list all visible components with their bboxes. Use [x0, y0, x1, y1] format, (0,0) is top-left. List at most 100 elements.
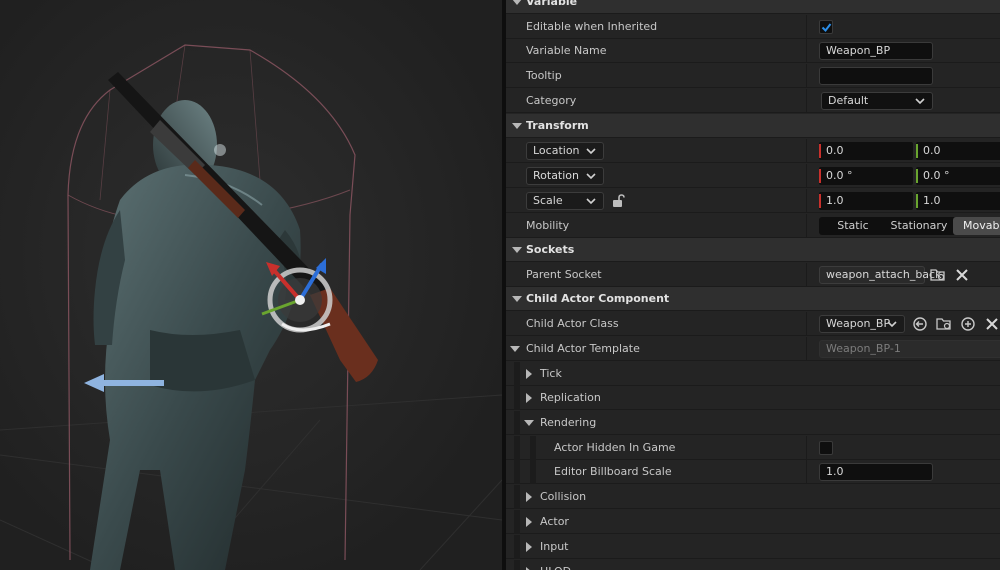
scale-x-input[interactable]: 1.0 — [819, 192, 913, 210]
scale-y-input[interactable]: 1.0 — [916, 192, 1000, 210]
category-title: Transform — [526, 119, 589, 132]
variable-name-input[interactable]: Weapon_BP — [819, 42, 933, 60]
mobility-stationary-button[interactable]: Stationary — [884, 217, 954, 235]
expand-arrow-icon[interactable] — [512, 123, 522, 129]
category-combo[interactable]: Default — [821, 92, 933, 110]
lock-icon[interactable] — [610, 193, 626, 209]
axis-x-marker — [819, 169, 821, 183]
actor-hidden-checkbox[interactable] — [819, 441, 833, 455]
viewport-scene — [0, 0, 502, 570]
child-actor-class-combo[interactable]: Weapon_BP — [819, 315, 905, 333]
row-parent-socket: Parent Socket weapon_attach_back — [506, 263, 1000, 287]
rotation-label: Rotation — [533, 169, 580, 182]
group-label: Replication — [540, 391, 601, 404]
expand-arrow-icon[interactable] — [526, 369, 532, 379]
rotation-y-value: 0.0 ° — [923, 169, 950, 182]
details-panel: Variable Editable when Inherited Variabl… — [506, 0, 1000, 570]
rotation-combo[interactable]: Rotation — [526, 167, 604, 185]
category-transform[interactable]: Transform — [506, 114, 1000, 138]
row-actor-hidden-in-game: Actor Hidden In Game — [506, 436, 1000, 460]
group-label: Actor — [540, 515, 569, 528]
property-label: Mobility — [526, 219, 570, 232]
browse-folder-icon[interactable] — [930, 267, 946, 283]
group-label: Rendering — [540, 416, 597, 429]
chevron-down-icon — [586, 148, 596, 155]
row-tooltip: Tooltip — [506, 64, 1000, 88]
category-variable[interactable]: Variable — [506, 0, 1000, 14]
axis-y-marker — [916, 194, 918, 208]
row-rotation: Rotation 0.0 ° 0.0 ° — [506, 164, 1000, 188]
row-group-hlod[interactable]: HLOD — [506, 560, 1000, 570]
group-label: Tick — [540, 367, 562, 380]
row-group-actor[interactable]: Actor — [506, 510, 1000, 534]
expand-arrow-icon[interactable] — [512, 0, 522, 5]
checkmark-icon — [821, 23, 832, 33]
row-location: Location 0.0 0.0 — [506, 139, 1000, 163]
expand-arrow-icon[interactable] — [512, 296, 522, 302]
row-editable-when-inherited: Editable when Inherited — [506, 15, 1000, 39]
rotation-x-input[interactable]: 0.0 ° — [819, 167, 913, 185]
billboard-scale-input[interactable]: 1.0 — [819, 463, 933, 481]
chevron-down-icon — [586, 198, 596, 205]
editable-checkbox[interactable] — [819, 20, 833, 34]
row-mobility: Mobility Static Stationary Movable — [506, 214, 1000, 238]
expand-arrow-icon[interactable] — [524, 420, 534, 426]
browse-folder-icon[interactable] — [936, 316, 952, 332]
tooltip-input[interactable] — [819, 67, 933, 85]
expand-arrow-icon[interactable] — [526, 492, 532, 502]
expand-arrow-icon[interactable] — [510, 346, 520, 352]
scale-combo[interactable]: Scale — [526, 192, 604, 210]
axis-y-marker — [916, 144, 918, 158]
parent-socket-field[interactable]: weapon_attach_back — [819, 266, 941, 284]
row-group-replication[interactable]: Replication — [506, 386, 1000, 410]
location-combo[interactable]: Location — [526, 142, 604, 160]
axis-x-marker — [819, 144, 821, 158]
row-group-collision[interactable]: Collision — [506, 485, 1000, 509]
row-child-actor-template: Child Actor Template Weapon_BP-1 — [506, 337, 1000, 361]
row-variable-name: Variable Name Weapon_BP — [506, 39, 1000, 63]
category-title: Child Actor Component — [526, 292, 670, 305]
category-sockets[interactable]: Sockets — [506, 238, 1000, 262]
property-label: Variable Name — [526, 44, 607, 57]
mobility-movable-button[interactable]: Movable — [953, 217, 1000, 235]
row-child-actor-class: Child Actor Class Weapon_BP — [506, 312, 1000, 336]
axis-y-marker — [916, 169, 918, 183]
add-icon[interactable] — [960, 316, 976, 332]
clear-icon[interactable] — [984, 316, 1000, 332]
chevron-down-icon — [887, 321, 897, 328]
category-value: Default — [828, 94, 869, 107]
mobility-static-button[interactable]: Static — [824, 217, 882, 235]
category-title: Sockets — [526, 243, 575, 256]
child-actor-template-field: Weapon_BP-1 — [819, 340, 1000, 358]
property-label: Child Actor Template — [526, 342, 640, 355]
location-y-input[interactable]: 0.0 — [916, 142, 1000, 160]
axis-x-marker — [819, 194, 821, 208]
row-editor-billboard-scale: Editor Billboard Scale 1.0 — [506, 460, 1000, 484]
row-scale: Scale 1.0 1.0 — [506, 189, 1000, 213]
chevron-down-icon — [915, 98, 925, 105]
group-label: Input — [540, 540, 569, 553]
expand-arrow-icon[interactable] — [512, 247, 522, 253]
category-title: Variable — [526, 0, 578, 8]
child-actor-class-value: Weapon_BP — [826, 317, 891, 330]
row-group-tick[interactable]: Tick — [506, 362, 1000, 386]
location-x-input[interactable]: 0.0 — [819, 142, 913, 160]
property-label: Editable when Inherited — [526, 20, 658, 33]
use-selected-icon[interactable] — [912, 316, 928, 332]
row-category: Category Default — [506, 89, 1000, 113]
scale-label: Scale — [533, 194, 563, 207]
expand-arrow-icon[interactable] — [526, 393, 532, 403]
row-group-rendering[interactable]: Rendering — [506, 411, 1000, 435]
scale-y-value: 1.0 — [923, 194, 941, 207]
expand-arrow-icon[interactable] — [526, 517, 532, 527]
category-child-actor-component[interactable]: Child Actor Component — [506, 287, 1000, 311]
clear-icon[interactable] — [954, 267, 970, 283]
property-label: Parent Socket — [526, 268, 602, 281]
rotation-y-input[interactable]: 0.0 ° — [916, 167, 1000, 185]
row-group-input[interactable]: Input — [506, 535, 1000, 559]
rotation-x-value: 0.0 ° — [826, 169, 853, 182]
expand-arrow-icon[interactable] — [526, 542, 532, 552]
property-label: Category — [526, 94, 577, 107]
group-label: Collision — [540, 490, 587, 503]
level-viewport[interactable] — [0, 0, 502, 570]
